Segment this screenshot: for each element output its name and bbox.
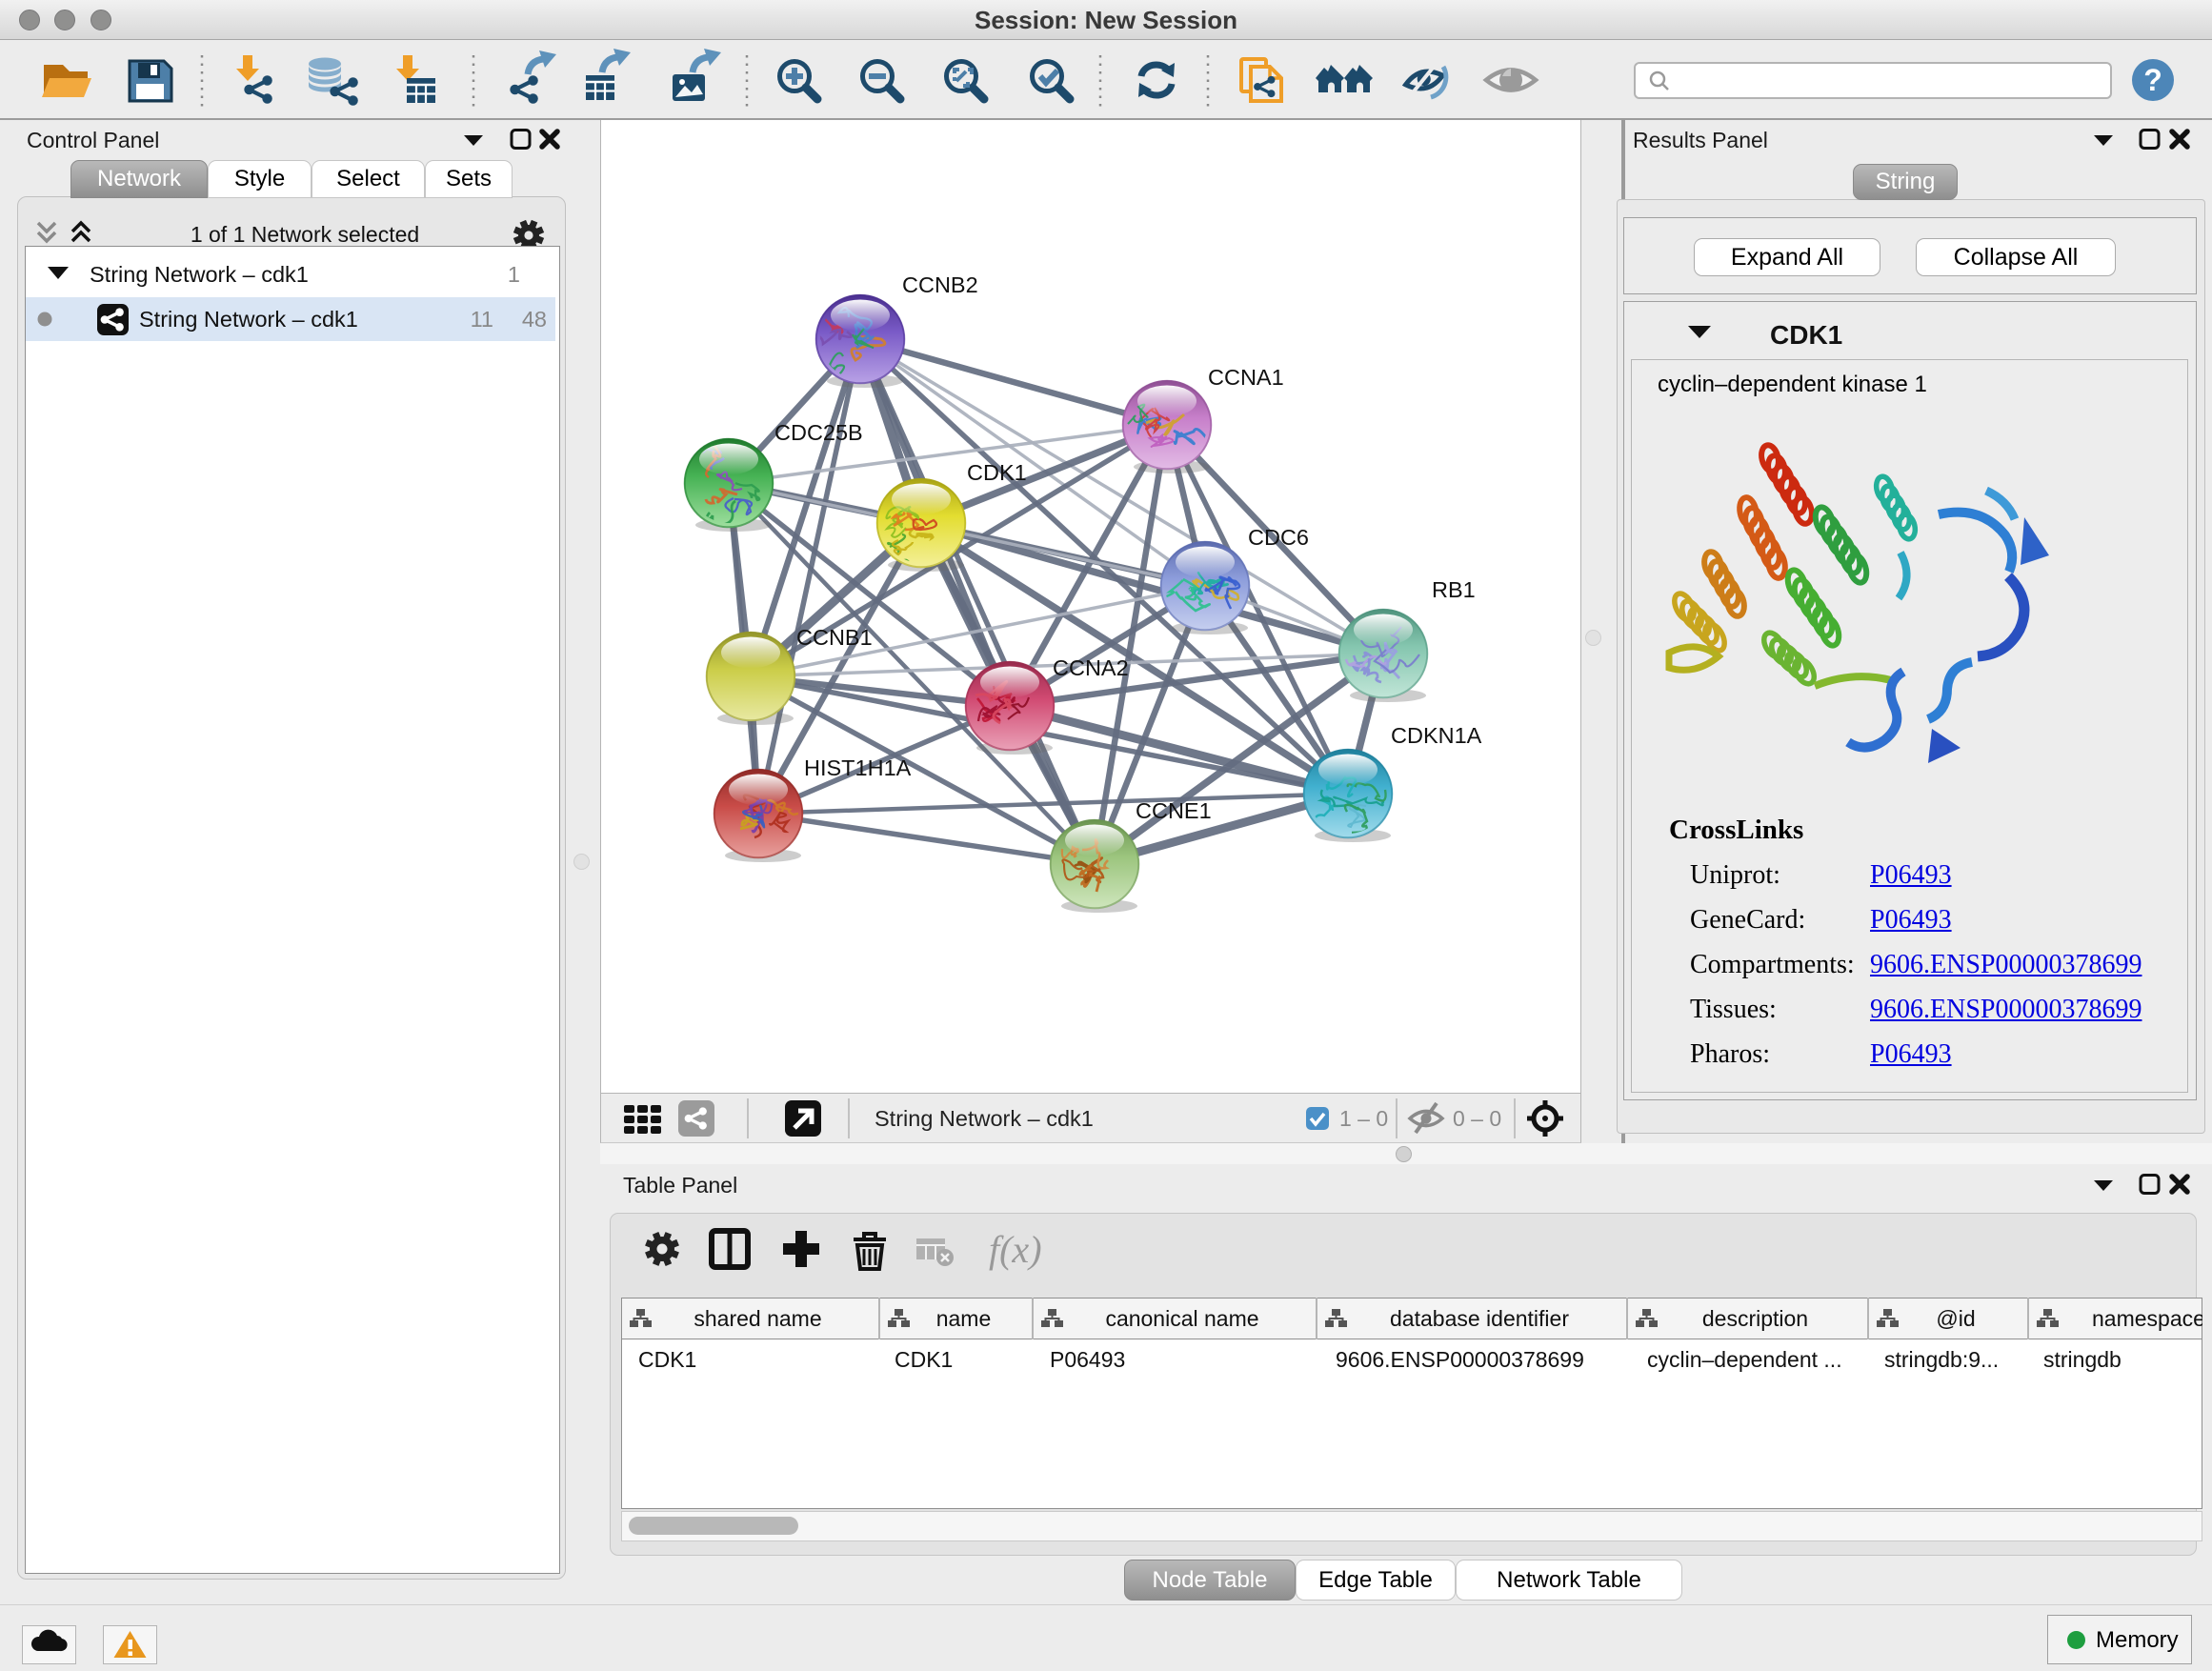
svg-text:String Network – cdk1: String Network – cdk1 xyxy=(90,262,309,287)
svg-text:0 – 0: 0 – 0 xyxy=(1453,1106,1501,1131)
svg-text:String Network – cdk1: String Network – cdk1 xyxy=(875,1106,1094,1131)
svg-text:CDK1: CDK1 xyxy=(638,1347,696,1372)
svg-text:name: name xyxy=(936,1306,992,1331)
svg-text:CDKN1A: CDKN1A xyxy=(1391,723,1482,748)
svg-text:9606.ENSP00000378699: 9606.ENSP00000378699 xyxy=(1336,1347,1584,1372)
svg-text:HIST1H1A: HIST1H1A xyxy=(804,755,912,780)
svg-text:shared name: shared name xyxy=(694,1306,821,1331)
svg-text:namespace: namespace xyxy=(2092,1306,2202,1331)
svg-text:CCNE1: CCNE1 xyxy=(1136,798,1212,823)
svg-text:cyclin–dependent ...: cyclin–dependent ... xyxy=(1647,1347,1842,1372)
svg-text:CCNB1: CCNB1 xyxy=(796,625,873,650)
svg-text:1 – 0: 1 – 0 xyxy=(1339,1106,1388,1131)
svg-text:P06493: P06493 xyxy=(1050,1347,1125,1372)
svg-text:?: ? xyxy=(2143,63,2162,97)
svg-text:CDK1: CDK1 xyxy=(895,1347,953,1372)
svg-text:CCNA1: CCNA1 xyxy=(1208,365,1284,390)
svg-text:CDK1: CDK1 xyxy=(967,460,1027,485)
svg-text:CDC6: CDC6 xyxy=(1248,525,1309,550)
svg-text:f(x): f(x) xyxy=(989,1228,1042,1271)
svg-text:CCNB2: CCNB2 xyxy=(902,272,978,297)
svg-text:canonical name: canonical name xyxy=(1105,1306,1258,1331)
svg-text:String Network – cdk1: String Network – cdk1 xyxy=(139,307,358,332)
svg-text:CCNA2: CCNA2 xyxy=(1053,655,1129,680)
svg-text:RB1: RB1 xyxy=(1432,577,1476,602)
svg-text:CDK1: CDK1 xyxy=(1770,320,1842,350)
svg-text:CDC25B: CDC25B xyxy=(774,420,863,445)
svg-text:description: description xyxy=(1702,1306,1808,1331)
svg-text:stringdb:9...: stringdb:9... xyxy=(1884,1347,1999,1372)
svg-text:stringdb: stringdb xyxy=(2043,1347,2122,1372)
svg-text:48: 48 xyxy=(522,307,547,332)
svg-text:database identifier: database identifier xyxy=(1390,1306,1569,1331)
svg-text:1: 1 xyxy=(508,262,520,287)
svg-text:1 of 1 Network selected: 1 of 1 Network selected xyxy=(191,222,419,247)
svg-text:11: 11 xyxy=(471,307,493,332)
svg-text:@id: @id xyxy=(1936,1306,1975,1331)
